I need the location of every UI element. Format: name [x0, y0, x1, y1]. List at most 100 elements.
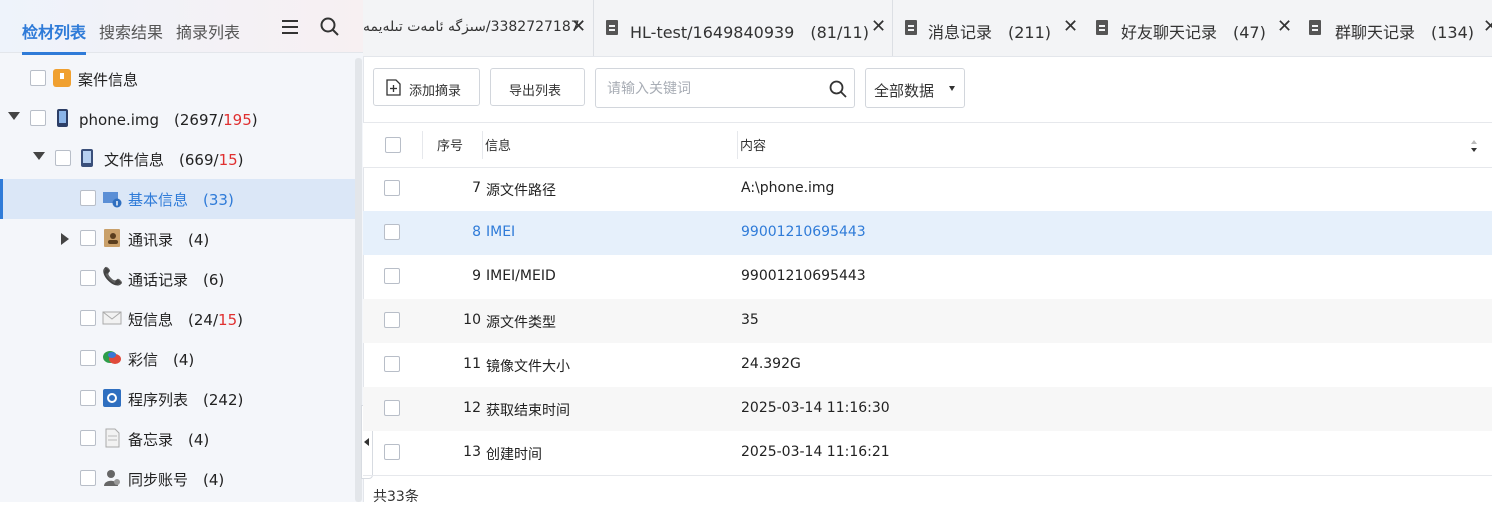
sort-icon[interactable]	[1469, 139, 1479, 153]
expand-caret-icon[interactable]	[33, 152, 45, 160]
column-divider	[482, 131, 483, 159]
tree-node-case-info[interactable]: 案件信息	[0, 59, 355, 99]
table-row[interactable]: 8 IMEI 99001210695443	[363, 211, 1492, 255]
tree-node-contacts[interactable]: 通讯录 (4)	[0, 219, 355, 259]
tree-node-memo[interactable]: 备忘录 (4)	[0, 419, 355, 459]
select-all-checkbox[interactable]	[385, 137, 401, 153]
evidence-tree: 案件信息 phone.img (2697/195) 文件信息 (669/15)	[0, 59, 355, 499]
menu-icon[interactable]	[280, 16, 302, 38]
tab-chat-uyghur[interactable]: 3382727187/سىزگە ئامەت تىلەيمە ✕	[363, 0, 594, 56]
row-content: 2025-03-14 11:16:30	[741, 400, 890, 416]
tree-node-label: 基本信息 (33)	[128, 191, 234, 209]
expand-caret-icon[interactable]	[8, 112, 20, 120]
tree-node-sync-account[interactable]: 同步账号 (4)	[0, 459, 355, 499]
row-checkbox[interactable]	[384, 224, 400, 240]
tab-bar: 3382727187/سىزگە ئامەت تىلەيمە ✕ HL-test…	[363, 0, 1492, 57]
tree-checkbox[interactable]	[80, 270, 96, 286]
row-seq: 11	[463, 356, 481, 372]
expand-caret-icon[interactable]	[61, 233, 69, 245]
tree-node-phone-img[interactable]: phone.img (2697/195)	[0, 99, 355, 139]
tree-checkbox[interactable]	[80, 430, 96, 446]
tab-excerpt-list[interactable]: 摘录列表	[176, 19, 240, 43]
row-content: 99001210695443	[741, 268, 866, 284]
close-icon[interactable]: ✕	[871, 17, 886, 37]
left-tab-bar: 检材列表 搜索结果 摘录列表	[0, 0, 363, 55]
column-header-seq[interactable]: 序号	[437, 135, 463, 154]
row-content: 35	[741, 312, 759, 328]
table-row[interactable]: 12 获取结束时间 2025-03-14 11:16:30	[363, 387, 1492, 431]
tree-node-sms[interactable]: 短信息 (24/15)	[0, 299, 355, 339]
tree-node-label: 短信息 (24/15)	[128, 311, 243, 329]
tab-material-list[interactable]: 检材列表	[22, 19, 87, 55]
tab-label: 群聊天记录 (134)	[1335, 23, 1475, 42]
table-row[interactable]: 9 IMEI/MEID 99001210695443	[363, 255, 1492, 299]
tree-node-label: phone.img (2697/195)	[79, 111, 258, 129]
tree-checkbox[interactable]	[80, 190, 96, 206]
row-checkbox[interactable]	[384, 400, 400, 416]
tree-node-label: 文件信息 (669/15)	[104, 151, 244, 169]
table-row[interactable]: 13 创建时间 2025-03-14 11:16:21	[363, 431, 1492, 476]
search-icon[interactable]	[319, 16, 341, 38]
close-icon[interactable]: ✕	[1483, 17, 1492, 37]
column-divider	[737, 131, 738, 159]
document-icon	[606, 20, 618, 35]
tree-checkbox[interactable]	[55, 150, 71, 166]
row-seq: 10	[463, 312, 481, 328]
tree-node-file-info[interactable]: 文件信息 (669/15)	[0, 139, 355, 179]
row-checkbox[interactable]	[384, 444, 400, 460]
row-checkbox[interactable]	[384, 268, 400, 284]
row-checkbox[interactable]	[384, 312, 400, 328]
search-icon[interactable]	[828, 79, 848, 99]
tree-node-call-log[interactable]: 📞 通话记录 (6)	[0, 259, 355, 299]
chevron-down-icon	[949, 86, 955, 91]
table-row[interactable]: 10 源文件类型 35	[363, 299, 1492, 343]
tab-hl-test[interactable]: HL-test/1649840939 (81/11) ✕	[594, 0, 893, 56]
tree-node-label: 通话记录 (6)	[128, 271, 225, 289]
search-input[interactable]	[605, 78, 819, 100]
row-checkbox[interactable]	[384, 180, 400, 196]
tab-group-chat[interactable]: 群聊天记录 (134) ✕	[1300, 0, 1492, 56]
column-header-content[interactable]: 内容	[740, 135, 766, 154]
data-filter-dropdown[interactable]: 全部数据	[865, 68, 965, 108]
row-info: 源文件类型	[486, 315, 556, 331]
export-list-button[interactable]: 导出列表	[490, 68, 585, 106]
file-info-icon	[81, 149, 93, 167]
row-content: 99001210695443	[741, 224, 866, 240]
add-excerpt-label: 添加摘录	[409, 84, 462, 99]
close-icon[interactable]: ✕	[1063, 17, 1078, 37]
row-seq: 9	[472, 268, 481, 284]
tree-checkbox[interactable]	[80, 390, 96, 406]
search-box	[595, 68, 855, 108]
tree-checkbox[interactable]	[80, 350, 96, 366]
add-document-icon	[386, 79, 401, 96]
tree-node-label: 程序列表 (242)	[128, 391, 244, 409]
row-checkbox[interactable]	[384, 356, 400, 372]
tab-message-records[interactable]: 消息记录 (211) ✕	[893, 0, 1088, 56]
tree-checkbox[interactable]	[30, 70, 46, 86]
table-row[interactable]: 7 源文件路径 A:\phone.img	[363, 167, 1492, 211]
row-seq: 8	[472, 224, 481, 240]
tab-search-results[interactable]: 搜索结果	[99, 19, 163, 43]
tree-checkbox[interactable]	[80, 470, 96, 486]
filter-label: 全部数据	[874, 82, 935, 100]
table-row[interactable]: 11 镜像文件大小 24.392G	[363, 343, 1492, 387]
tree-checkbox[interactable]	[30, 110, 46, 126]
row-info: 源文件路径	[486, 183, 556, 199]
tab-friend-chat[interactable]: 好友聊天记录 (47) ✕	[1087, 0, 1301, 56]
tree-node-label: 同步账号 (4)	[128, 471, 225, 489]
memo-icon	[105, 428, 120, 448]
add-excerpt-button[interactable]: 添加摘录	[373, 68, 480, 106]
tree-node-mms[interactable]: 彩信 (4)	[0, 339, 355, 379]
basic-info-icon	[103, 192, 122, 208]
tree-checkbox[interactable]	[80, 310, 96, 326]
tree-node-app-list[interactable]: 程序列表 (242)	[0, 379, 355, 419]
close-icon[interactable]: ✕	[571, 17, 586, 37]
tree-node-basic-info[interactable]: 基本信息 (33)	[0, 179, 355, 219]
close-icon[interactable]: ✕	[1277, 17, 1292, 37]
row-content: 24.392G	[741, 356, 801, 372]
mms-icon	[103, 351, 121, 364]
phone-call-icon: 📞	[102, 267, 124, 287]
tree-node-label: 彩信 (4)	[128, 351, 195, 369]
tree-checkbox[interactable]	[80, 230, 96, 246]
column-header-info[interactable]: 信息	[485, 135, 511, 154]
